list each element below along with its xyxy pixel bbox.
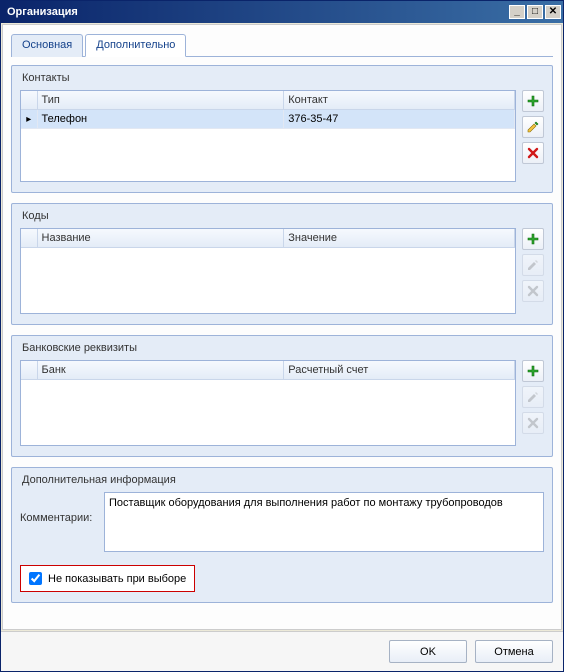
maximize-button[interactable]: □ (527, 5, 543, 19)
contacts-cell-contact[interactable]: 376-35-47 (284, 110, 515, 129)
add-button[interactable] (522, 360, 544, 382)
bank-grid[interactable]: Банк Расчетный счет (20, 360, 516, 446)
edit-button[interactable] (522, 116, 544, 138)
dialog-footer: OK Отмена (1, 631, 563, 671)
window-title: Организация (7, 6, 509, 18)
tab-extra[interactable]: Дополнительно (85, 34, 186, 57)
codes-col-value[interactable]: Значение (284, 229, 515, 248)
plus-icon (526, 364, 540, 378)
extra-info-legend: Дополнительная информация (20, 474, 544, 486)
titlebar: Организация _ □ ✕ (1, 1, 563, 23)
contacts-group: Контакты Тип Контакт ▸ Телефон 376-35-47 (11, 65, 553, 193)
contacts-actions (522, 90, 544, 182)
minimize-button[interactable]: _ (509, 5, 525, 19)
edit-button (522, 254, 544, 276)
pencil-icon (526, 390, 540, 404)
table-row[interactable]: ▸ Телефон 376-35-47 (21, 110, 515, 129)
client-area: Основная Дополнительно Контакты Тип Конт… (2, 24, 562, 630)
contacts-col-contact[interactable]: Контакт (284, 91, 515, 110)
contacts-cell-type[interactable]: Телефон (37, 110, 284, 129)
cancel-button[interactable]: Отмена (475, 640, 553, 663)
delete-button (522, 280, 544, 302)
codes-group: Коды Название Значение (11, 203, 553, 325)
contacts-grid[interactable]: Тип Контакт ▸ Телефон 376-35-47 (20, 90, 516, 182)
plus-icon (526, 94, 540, 108)
bank-col-account[interactable]: Расчетный счет (284, 361, 515, 380)
hide-on-select-checkbox[interactable] (29, 572, 42, 585)
delete-icon (526, 284, 540, 298)
organization-dialog: Организация _ □ ✕ Основная Дополнительно… (0, 0, 564, 672)
delete-button (522, 412, 544, 434)
tab-strip: Основная Дополнительно (11, 33, 553, 57)
comments-label: Комментарии: (20, 492, 98, 524)
edit-button (522, 386, 544, 408)
delete-button[interactable] (522, 142, 544, 164)
contacts-legend: Контакты (20, 72, 544, 84)
bank-actions (522, 360, 544, 446)
row-indicator-icon: ▸ (21, 110, 37, 129)
codes-actions (522, 228, 544, 314)
row-indicator-header (21, 361, 37, 380)
add-button[interactable] (522, 90, 544, 112)
add-button[interactable] (522, 228, 544, 250)
pencil-icon (526, 120, 540, 134)
plus-icon (526, 232, 540, 246)
extra-info-group: Дополнительная информация Комментарии: Н… (11, 467, 553, 603)
ok-button[interactable]: OK (389, 640, 467, 663)
hide-on-select-label: Не показывать при выборе (48, 573, 186, 585)
contacts-col-type[interactable]: Тип (37, 91, 284, 110)
window-buttons: _ □ ✕ (509, 5, 561, 19)
hide-on-select-box: Не показывать при выборе (20, 565, 195, 592)
row-indicator-header (21, 91, 37, 110)
bank-legend: Банковские реквизиты (20, 342, 544, 354)
delete-icon (526, 416, 540, 430)
comments-textarea[interactable] (104, 492, 544, 552)
codes-legend: Коды (20, 210, 544, 222)
bank-col-bank[interactable]: Банк (37, 361, 284, 380)
close-button[interactable]: ✕ (545, 5, 561, 19)
bank-group: Банковские реквизиты Банк Расчетный счет (11, 335, 553, 457)
tab-main[interactable]: Основная (11, 34, 83, 57)
codes-grid[interactable]: Название Значение (20, 228, 516, 314)
pencil-icon (526, 258, 540, 272)
row-indicator-header (21, 229, 37, 248)
delete-icon (526, 146, 540, 160)
codes-col-name[interactable]: Название (37, 229, 284, 248)
